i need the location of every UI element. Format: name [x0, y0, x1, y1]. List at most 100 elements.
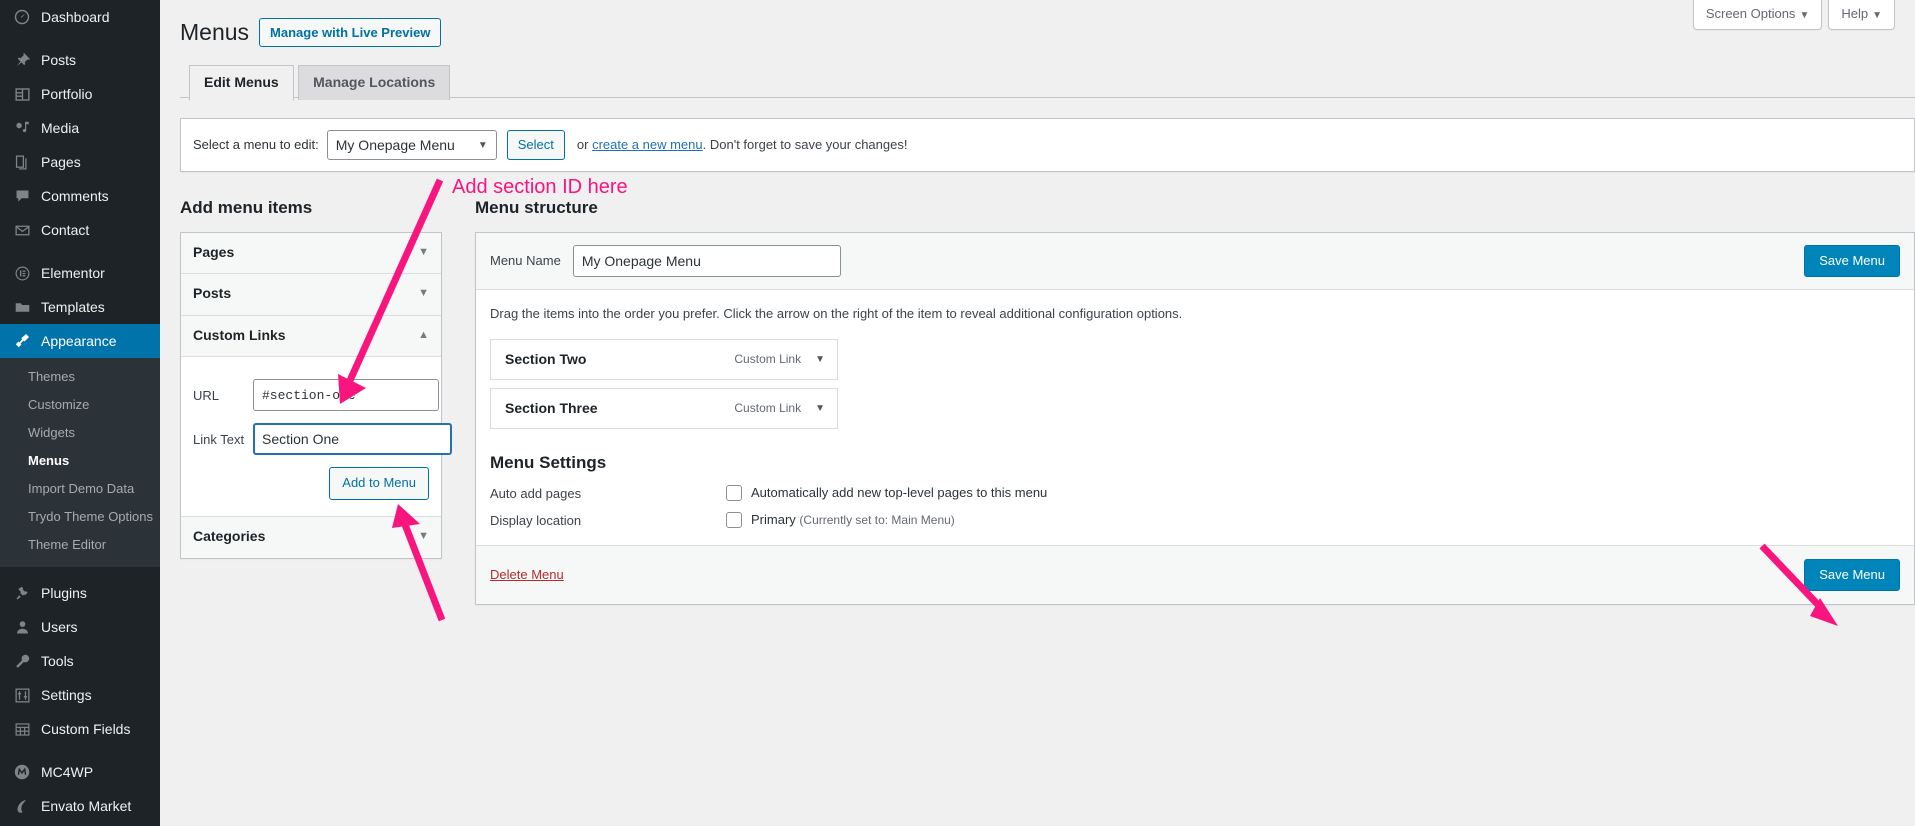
sidebar-item-dashboard[interactable]: Dashboard — [0, 0, 160, 34]
primary-label: Primary — [751, 512, 796, 528]
accordion-head-custom-links[interactable]: Custom Links ▲ — [181, 315, 441, 358]
menu-item-meta: Custom Link ▼ — [734, 401, 825, 415]
sidebar-subitem-trydo-theme-options[interactable]: Trydo Theme Options — [0, 503, 160, 531]
add-to-menu-button[interactable]: Add to Menu — [329, 467, 429, 501]
help-button[interactable]: Help ▼ — [1828, 0, 1895, 31]
create-a-new-menu-link[interactable]: create a new menu — [592, 137, 703, 152]
sidebar-separator — [0, 567, 160, 576]
primary-hint: (Currently set to: Main Menu) — [799, 513, 955, 528]
menu-item-row[interactable]: Section Two Custom Link ▼ — [490, 339, 838, 381]
menu-structure-body: Drag the items into the order you prefer… — [476, 290, 1914, 529]
pin-icon — [12, 50, 32, 70]
sidebar-item-comments[interactable]: Comments — [0, 179, 160, 213]
accordion-label: Categories — [193, 528, 266, 545]
chevron-down-icon: ▼ — [418, 245, 429, 258]
sidebar-item-appearance[interactable]: Appearance — [0, 324, 160, 358]
accordion-head-posts[interactable]: Posts ▼ — [181, 274, 441, 315]
admin-sidebar: Dashboard Posts Portfolio Media Pages Co… — [0, 0, 160, 826]
content-area: Screen Options ▼ Help ▼ Menus Manage with … — [160, 0, 1915, 826]
accordion-head-pages[interactable]: Pages ▼ — [181, 232, 441, 274]
sidebar-item-media[interactable]: Media — [0, 111, 160, 145]
url-label: URL — [193, 387, 220, 403]
sidebar-item-label: Users — [41, 619, 78, 635]
menu-structure-panel: Menu Name Save Menu Drag the items into … — [475, 231, 1915, 605]
sidebar-subitem-customize[interactable]: Customize — [0, 391, 160, 419]
auto-add-pages-checkbox[interactable] — [726, 485, 742, 502]
sidebar-item-label: MC4WP — [41, 764, 94, 780]
sidebar-subitem-import-demo-data[interactable]: Import Demo Data — [0, 475, 160, 503]
sidebar-item-label: Dashboard — [41, 9, 110, 25]
link-text-field-row: Link Text — [193, 423, 452, 456]
menu-item-title: Section Three — [505, 400, 598, 417]
menu-structure-heading: Menu structure — [475, 197, 598, 217]
sidebar-item-contact[interactable]: Contact — [0, 213, 160, 247]
chevron-down-icon: ▼ — [1799, 10, 1810, 21]
manage-with-live-preview-button[interactable]: Manage with Live Preview — [259, 17, 442, 48]
auto-add-pages-label: Auto add pages — [490, 486, 582, 502]
sidebar-item-tools[interactable]: Tools — [0, 644, 160, 678]
menu-select[interactable]: My Onepage Menu — [326, 129, 497, 160]
menu-item-title: Section Two — [505, 351, 587, 368]
sidebar-item-users[interactable]: Users — [0, 610, 160, 644]
screen-meta-links: Screen Options ▼ Help ▼ — [1692, 0, 1895, 31]
mail-icon — [12, 220, 32, 240]
chevron-down-icon[interactable]: ▼ — [815, 403, 825, 414]
tools-icon — [12, 651, 32, 671]
link-text-label: Link Text — [193, 431, 245, 447]
sidebar-subitem-menus[interactable]: Menus — [0, 447, 160, 475]
chevron-down-icon[interactable]: ▼ — [815, 354, 825, 365]
url-input[interactable] — [253, 379, 439, 412]
sidebar-item-label: Media — [41, 120, 80, 136]
chevron-down-icon: ▼ — [418, 287, 429, 300]
save-menu-button-top[interactable]: Save Menu — [1804, 244, 1900, 277]
media-icon — [12, 118, 32, 138]
folder-icon — [12, 297, 32, 317]
sidebar-item-settings[interactable]: Settings — [0, 678, 160, 712]
screen-options-button[interactable]: Screen Options ▼ — [1692, 0, 1823, 31]
sidebar-item-envato-market[interactable]: Envato Market — [0, 789, 160, 823]
sidebar-item-posts[interactable]: Posts — [0, 43, 160, 77]
sidebar-item-portfolio[interactable]: Portfolio — [0, 77, 160, 111]
accordion-label: Posts — [193, 285, 232, 302]
sidebar-item-label: Portfolio — [41, 86, 93, 102]
sidebar-item-label: Appearance — [41, 333, 117, 349]
custom-links-body: URL Link Text Add to Menu — [181, 357, 452, 517]
sidebar-item-custom-fields[interactable]: Custom Fields — [0, 712, 160, 746]
menu-panel-footer: Delete Menu Save Menu — [476, 544, 1914, 604]
sidebar-item-label: Templates — [41, 299, 105, 315]
sidebar-item-elementor[interactable]: Elementor — [0, 256, 160, 290]
tab-edit-menus[interactable]: Edit Menus — [189, 64, 294, 101]
plugin-icon — [12, 583, 32, 603]
accordion-head-categories[interactable]: Categories ▼ — [181, 517, 441, 558]
mc4wp-icon — [12, 762, 32, 782]
sidebar-item-label: Posts — [41, 52, 77, 68]
link-text-input[interactable] — [253, 423, 452, 456]
sidebar-item-templates[interactable]: Templates — [0, 290, 160, 324]
menu-select-bar: Select a menu to edit: My Onepage Menu ▼… — [180, 117, 1915, 172]
save-menu-button-bottom[interactable]: Save Menu — [1804, 558, 1900, 591]
add-menu-items-accordion: Pages ▼ Posts ▼ Custom Links ▲ URL #sect… — [180, 231, 452, 559]
menu-settings-heading: Menu Settings — [490, 453, 607, 473]
delete-menu-link[interactable]: Delete Menu — [490, 567, 564, 582]
sidebar-item-plugins[interactable]: Plugins — [0, 576, 160, 610]
settings-icon — [12, 685, 32, 705]
sidebar-item-label: Settings — [41, 687, 92, 703]
menu-name-input[interactable] — [572, 244, 841, 277]
menu-name-label: Menu Name — [490, 253, 561, 269]
tab-manage-locations[interactable]: Manage Locations — [298, 64, 451, 100]
sidebar-subitem-theme-editor[interactable]: Theme Editor — [0, 531, 160, 559]
menu-item-row[interactable]: Section Three Custom Link ▼ — [490, 388, 838, 430]
sidebar-item-pages[interactable]: Pages — [0, 145, 160, 179]
portfolio-icon — [12, 84, 32, 104]
accordion-label: Pages — [193, 243, 235, 260]
sidebar-item-label: Comments — [41, 188, 109, 204]
sidebar-item-mc4wp[interactable]: MC4WP — [0, 755, 160, 789]
sidebar-item-label: Tools — [41, 653, 74, 669]
sidebar-subitem-widgets[interactable]: Widgets — [0, 419, 160, 447]
sidebar-item-label: Pages — [41, 154, 81, 170]
select-button[interactable]: Select — [506, 129, 565, 160]
display-location-primary-checkbox[interactable] — [726, 512, 742, 529]
note-suffix: . Don't forget to save your changes! — [702, 137, 908, 153]
add-menu-items-column: Add menu items Pages ▼ Posts ▼ Custom Li… — [180, 196, 452, 559]
sidebar-subitem-themes[interactable]: Themes — [0, 363, 160, 391]
